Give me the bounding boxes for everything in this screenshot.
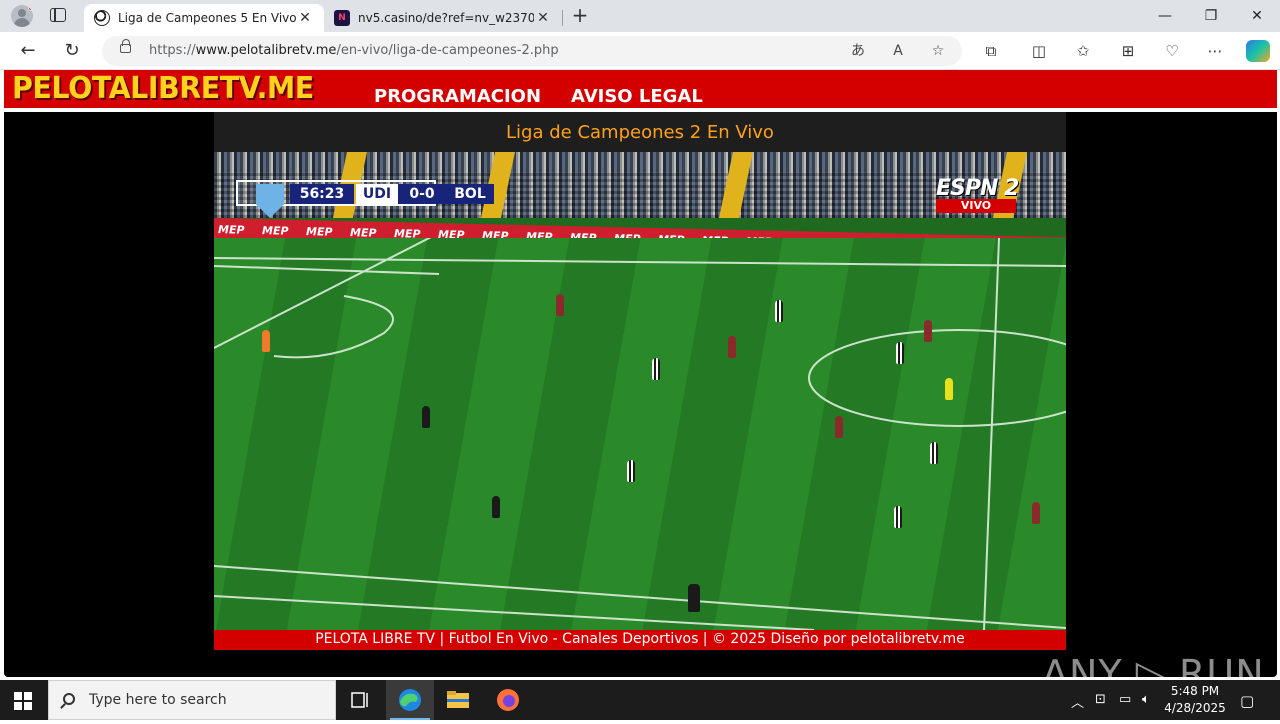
home-team: UDI bbox=[356, 184, 398, 204]
site-logo[interactable]: PELOTALIBRETV.ME bbox=[12, 71, 314, 106]
site-footer: PELOTA LIBRE TV | Futbol En Vivo - Canal… bbox=[214, 630, 1066, 650]
url-text[interactable]: https://www.pelotalibretv.me/en-vivo/lig… bbox=[149, 43, 559, 58]
taskbar: Type here to search ︿ ⊡ ▭ 🔈︎ 5:48 PM 4/2… bbox=[0, 680, 1280, 720]
favorites-icon[interactable]: ✩ bbox=[1072, 41, 1094, 61]
split-screen-icon[interactable]: ◫ bbox=[1028, 41, 1050, 61]
player bbox=[627, 460, 635, 482]
match-score: 0-0 bbox=[398, 184, 446, 204]
tab-divider bbox=[562, 10, 563, 26]
player bbox=[894, 506, 902, 528]
back-arrow-icon[interactable]: ← bbox=[14, 38, 42, 64]
more-options-icon[interactable]: ⋯ bbox=[1204, 41, 1226, 61]
nav-aviso-legal[interactable]: AVISO LEGAL bbox=[571, 86, 703, 107]
video-player[interactable]: MEP MEP MEP MEP MEP MEP MEP MEP MEP MEP … bbox=[214, 152, 1066, 630]
firefox-icon[interactable] bbox=[484, 680, 532, 720]
meet-now-icon[interactable]: ⊡ bbox=[1095, 692, 1106, 707]
lock-icon[interactable] bbox=[120, 39, 131, 53]
close-window-button[interactable]: ✕ bbox=[1234, 0, 1280, 32]
refresh-icon[interactable]: ↻ bbox=[58, 38, 86, 64]
main-content: Liga de Campeones 2 En Vivo MEP MEP MEP … bbox=[4, 112, 1277, 696]
referee bbox=[945, 378, 953, 400]
copilot-icon[interactable] bbox=[1246, 40, 1270, 62]
edge-browser-icon[interactable] bbox=[386, 680, 434, 720]
espn-logo: ESPN 2 bbox=[936, 176, 1019, 201]
player bbox=[835, 416, 843, 438]
collections-icon[interactable]: ⊞ bbox=[1117, 41, 1139, 61]
coach bbox=[688, 584, 700, 612]
tab-pelotalibre[interactable]: Liga de Campeones 5 En Vivo | P... ✕ bbox=[84, 4, 324, 32]
show-hidden-icons-chevron-icon[interactable]: ︿ bbox=[1071, 692, 1084, 711]
tab-title: Liga de Campeones 5 En Vivo | P... bbox=[118, 11, 296, 25]
tab-close-icon[interactable]: ✕ bbox=[296, 10, 314, 26]
web-page: PELOTALIBRETV.ME PROGRAMACION AVISO LEGA… bbox=[0, 70, 1280, 696]
favorite-star-icon[interactable]: ☆ bbox=[928, 41, 948, 61]
scorebug: 56:23 UDI 0-0 BOL bbox=[236, 180, 496, 218]
player bbox=[924, 320, 932, 342]
player bbox=[422, 406, 430, 428]
network-icon[interactable]: ▭ bbox=[1119, 692, 1131, 707]
address-bar[interactable]: https://www.pelotalibretv.me/en-vivo/lig… bbox=[102, 36, 962, 66]
player bbox=[652, 358, 660, 380]
broadcaster-logo: ESPN 2 VIVO bbox=[936, 176, 1028, 213]
player-title-bar: Liga de Campeones 2 En Vivo bbox=[214, 112, 1066, 152]
soccer-ball-icon bbox=[94, 10, 110, 26]
maximize-button[interactable]: ❐ bbox=[1188, 0, 1234, 32]
notifications-icon[interactable]: ▢ bbox=[1240, 692, 1254, 710]
read-aloud-icon[interactable]: A bbox=[888, 41, 908, 61]
search-placeholder: Type here to search bbox=[89, 692, 227, 708]
player bbox=[775, 300, 783, 322]
live-badge: VIVO bbox=[936, 199, 1016, 213]
tab-title: nv5.casino/de?ref=nv_w237096c... bbox=[358, 11, 534, 25]
tab-close-icon[interactable]: ✕ bbox=[534, 10, 552, 26]
player bbox=[728, 336, 736, 358]
browser-essentials-icon[interactable]: ♡ bbox=[1161, 41, 1183, 61]
browser-tab-strip: Liga de Campeones 5 En Vivo | P... ✕ N n… bbox=[0, 0, 1280, 32]
match-time: 56:23 bbox=[290, 184, 354, 204]
tab-casino[interactable]: N nv5.casino/de?ref=nv_w237096c... ✕ bbox=[324, 4, 562, 32]
browser-toolbar: ← ↻ https://www.pelotalibretv.me/en-vivo… bbox=[0, 32, 1280, 70]
task-view-icon[interactable] bbox=[336, 680, 384, 720]
profile-avatar-icon[interactable] bbox=[11, 5, 33, 27]
player bbox=[262, 330, 270, 352]
footer-text: PELOTA LIBRE TV | Futbol En Vivo - Canal… bbox=[315, 631, 965, 647]
player bbox=[930, 442, 938, 464]
translate-icon[interactable]: あ bbox=[848, 41, 868, 61]
new-tab-button[interactable]: + bbox=[568, 4, 592, 28]
search-icon bbox=[63, 693, 75, 705]
windows-start-icon[interactable] bbox=[14, 692, 32, 710]
site-header: PELOTALIBRETV.ME PROGRAMACION AVISO LEGA… bbox=[4, 70, 1277, 110]
extensions-icon[interactable]: ⧉ bbox=[980, 41, 1002, 61]
away-team: BOL bbox=[446, 184, 494, 204]
player bbox=[492, 496, 500, 518]
player bbox=[1032, 502, 1040, 524]
volume-icon[interactable]: 🔈︎ bbox=[1142, 692, 1150, 707]
taskbar-search-box[interactable]: Type here to search bbox=[48, 680, 336, 720]
clock-date[interactable]: 4/28/2025 bbox=[1162, 701, 1228, 715]
football-pitch bbox=[214, 238, 1066, 630]
player-title: Liga de Campeones 2 En Vivo bbox=[506, 122, 774, 143]
player bbox=[556, 294, 564, 316]
pitch-lines bbox=[214, 238, 1066, 630]
player bbox=[896, 342, 904, 364]
file-explorer-icon[interactable] bbox=[434, 680, 482, 720]
minimize-button[interactable]: — bbox=[1142, 0, 1188, 32]
tab-actions-icon[interactable] bbox=[50, 8, 66, 22]
casino-icon: N bbox=[334, 10, 350, 26]
clock-time[interactable]: 5:48 PM bbox=[1166, 684, 1224, 698]
nav-programacion[interactable]: PROGRAMACION bbox=[374, 86, 541, 107]
